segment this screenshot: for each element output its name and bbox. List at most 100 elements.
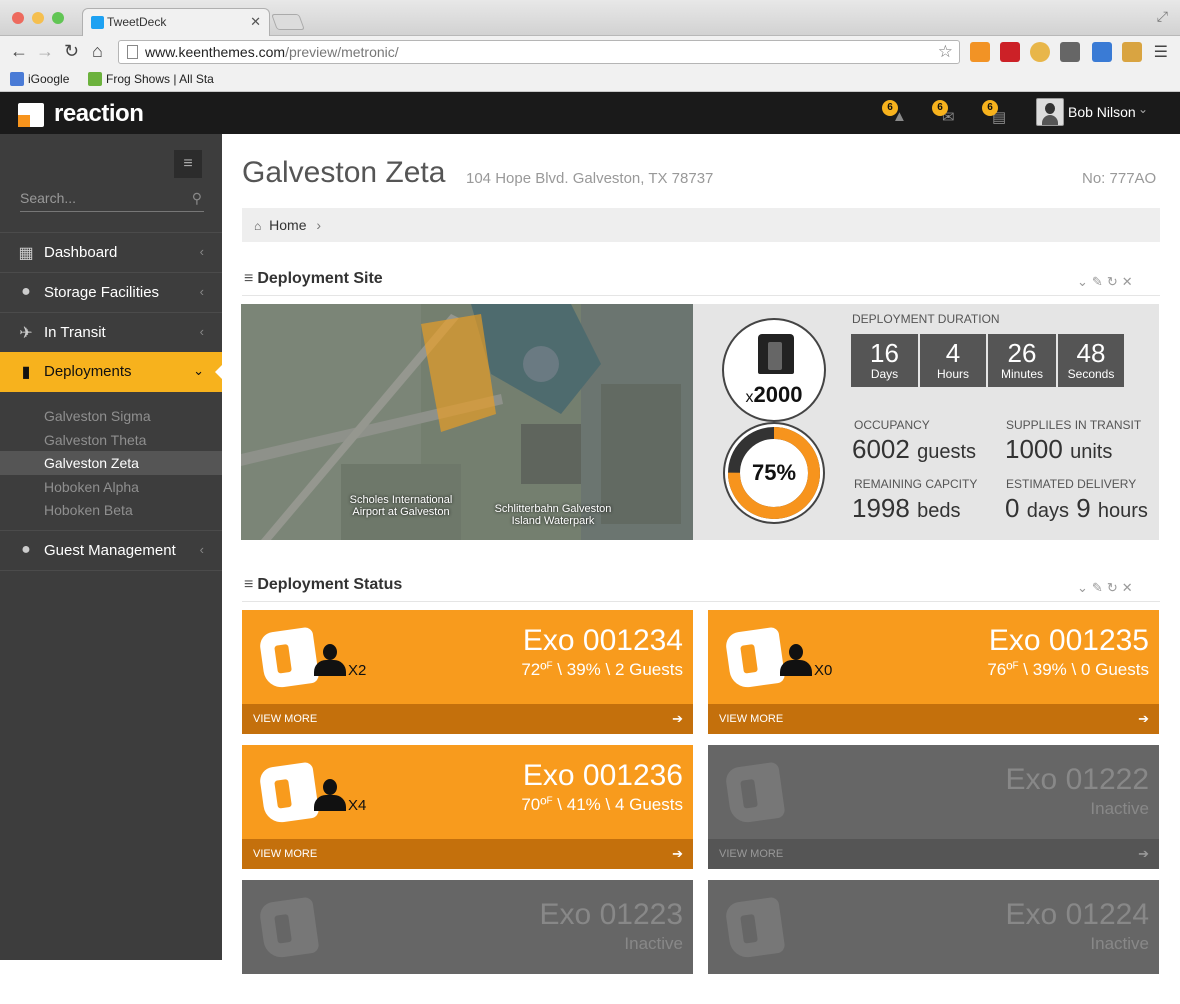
exo-guests: 0 Guests: [1080, 660, 1149, 679]
pod-count: x2000: [724, 382, 824, 408]
sidebar-item-storage-facilities[interactable]: ● Storage Facilities ‹: [0, 272, 222, 312]
exo-guests: 4 Guests: [614, 795, 683, 814]
maximize-window-button[interactable]: [52, 12, 64, 24]
duration-value: 26: [1007, 338, 1037, 368]
app-header: reaction 6 ▲ 6 ✉ 6 ▤: [0, 92, 1180, 134]
remove-icon[interactable]: ✕: [1122, 580, 1137, 595]
view-more-button[interactable]: VIEW MORE ➔: [242, 704, 693, 734]
sidebar-subitem-galveston-theta[interactable]: Galveston Theta: [0, 428, 222, 452]
estimated-delivery-value: 0 days 9 hours: [1005, 493, 1148, 524]
bookmark-star-icon[interactable]: ☆: [938, 42, 953, 62]
address-bar[interactable]: www.keenthemes.com/preview/metronic/ ☆: [118, 40, 960, 64]
view-more-button[interactable]: VIEW MORE ➔: [708, 704, 1159, 734]
home-icon[interactable]: ⌂: [92, 41, 103, 62]
view-more-label: VIEW MORE: [253, 848, 318, 860]
exo-name: Exo 001235: [988, 624, 1149, 657]
duration-unit: Hours: [936, 367, 969, 381]
breadcrumb-home-link[interactable]: Home: [269, 217, 306, 233]
exo-card-inactive[interactable]: Exo 01224 Inactive: [708, 880, 1159, 1004]
minimize-window-button[interactable]: [32, 12, 44, 24]
config-icon[interactable]: ✎: [1092, 274, 1107, 289]
search-icon[interactable]: ⚲: [192, 190, 202, 207]
reload-portlet-icon[interactable]: ↻: [1107, 274, 1122, 289]
duration-seconds: 48 Seconds: [1058, 334, 1124, 387]
pod-icon: [258, 761, 320, 825]
page-address: 104 Hope Blvd. Galveston, TX 78737: [466, 170, 714, 187]
exo-name: Exo 01223: [539, 898, 683, 931]
supplies-number: 1000: [1005, 434, 1063, 464]
duration-hours: 4 Hours: [920, 334, 986, 387]
chevron-down-icon[interactable]: ⌄: [1138, 102, 1148, 116]
extension-ruler-icon[interactable]: [1122, 42, 1142, 62]
browser-tab[interactable]: TweetDeck ✕: [82, 8, 270, 36]
exo-meta: 72ºF \ 39% \ 2 Guests: [521, 660, 683, 680]
sidebar-item-deployments[interactable]: ▮ Deployments ⌄: [0, 352, 223, 392]
view-more-label: VIEW MORE: [719, 848, 784, 860]
alerts-button[interactable]: 6 ▲: [882, 100, 912, 126]
pod-icon: [724, 761, 786, 825]
page-icon: [127, 45, 138, 59]
pod-icon: [724, 626, 786, 690]
chevron-left-icon: ‹: [199, 244, 204, 259]
exo-name: Exo 001236: [522, 759, 683, 792]
view-more-button[interactable]: VIEW MORE ➔: [242, 839, 693, 869]
sidebar-subitem-hoboken-alpha[interactable]: Hoboken Alpha: [0, 475, 222, 499]
new-tab-button[interactable]: [271, 14, 305, 30]
tasks-button[interactable]: 6 ▤: [982, 100, 1012, 126]
exo-card-inactive[interactable]: Exo 01222 Inactive VIEW MORE ➔: [708, 745, 1159, 869]
reload-portlet-icon[interactable]: ↻: [1107, 580, 1122, 595]
sidebar-subitem-galveston-zeta[interactable]: Galveston Zeta: [0, 451, 222, 475]
remaining-capacity-label: REMAINING CAPCITY: [854, 477, 978, 491]
avatar[interactable]: [1036, 98, 1064, 126]
capacity-gauge: 75%: [721, 420, 827, 526]
exo-card[interactable]: X4 Exo 001236 70ºF \ 41% \ 4 Guests VIEW…: [242, 745, 693, 869]
browser-menu-icon[interactable]: ☰: [1154, 42, 1168, 62]
view-more-button[interactable]: VIEW MORE ➔: [708, 839, 1159, 869]
user-name[interactable]: Bob Nilson: [1068, 104, 1136, 120]
exo-card[interactable]: X0 Exo 001235 76ºF \ 39% \ 0 Guests VIEW…: [708, 610, 1159, 734]
site-map[interactable]: Scholes International Airport at Galvest…: [241, 304, 693, 540]
sidebar-item-in-transit[interactable]: ✈ In Transit ‹: [0, 312, 222, 352]
extension-puzzle-icon[interactable]: [1060, 42, 1080, 62]
section-title-label: Deployment Site: [257, 270, 383, 287]
bookmark-igoogle[interactable]: iGoogle: [10, 72, 69, 86]
reload-icon[interactable]: ↻: [64, 41, 79, 62]
config-icon[interactable]: ✎: [1092, 580, 1107, 595]
exo-guests: 2 Guests: [614, 660, 683, 679]
list-icon: ≡: [244, 270, 254, 287]
occupancy-unit: guests: [917, 441, 977, 463]
sidebar-item-dashboard[interactable]: ▦ Dashboard ‹: [0, 232, 222, 272]
inbox-button[interactable]: 6 ✉: [932, 100, 962, 126]
grid-icon: ▦: [18, 245, 34, 262]
search-input[interactable]: Search... ⚲: [20, 190, 204, 212]
sidebar-item-guest-management[interactable]: ● Guest Management ‹: [0, 530, 222, 570]
fullscreen-icon[interactable]: ⤢: [1157, 8, 1168, 25]
sidebar-item-label: Deployments: [44, 363, 132, 380]
extension-cookie-icon[interactable]: [1030, 42, 1050, 62]
active-indicator: [215, 364, 223, 380]
sidebar-toggle-icon[interactable]: ≡: [174, 150, 202, 178]
browser-toolbar: ← → ↻ ⌂ www.keenthemes.com/preview/metro…: [0, 36, 1180, 68]
extension-screen-icon[interactable]: [1092, 42, 1112, 62]
close-tab-icon[interactable]: ✕: [250, 14, 261, 30]
forward-icon[interactable]: →: [36, 41, 54, 62]
close-window-button[interactable]: [12, 12, 24, 24]
brand-name: reaction: [54, 100, 144, 127]
back-icon[interactable]: ←: [10, 41, 28, 62]
collapse-icon[interactable]: ⌄: [1077, 274, 1092, 289]
exo-humidity: 39%: [566, 660, 601, 679]
collapse-icon[interactable]: ⌄: [1077, 580, 1092, 595]
exo-card[interactable]: X2 Exo 001234 72ºF \ 39% \ 2 Guests VIEW…: [242, 610, 693, 734]
plane-icon: ✈: [19, 325, 33, 342]
remove-icon[interactable]: ✕: [1122, 274, 1137, 289]
alerts-badge: 6: [882, 100, 898, 116]
sidebar-subitem-hoboken-beta[interactable]: Hoboken Beta: [0, 498, 222, 522]
deployment-status-title: ≡ Deployment Status: [244, 576, 402, 594]
sidebar-subitem-galveston-sigma[interactable]: Galveston Sigma: [0, 404, 222, 428]
extension-pinterest-icon[interactable]: [1000, 42, 1020, 62]
bookmark-frog-shows[interactable]: Frog Shows | All Sta: [88, 72, 214, 86]
twitter-icon: [91, 16, 104, 29]
exo-card-inactive[interactable]: Exo 01223 Inactive: [242, 880, 693, 1004]
extension-chart-icon[interactable]: [970, 42, 990, 62]
exo-status: Inactive: [1090, 799, 1149, 818]
